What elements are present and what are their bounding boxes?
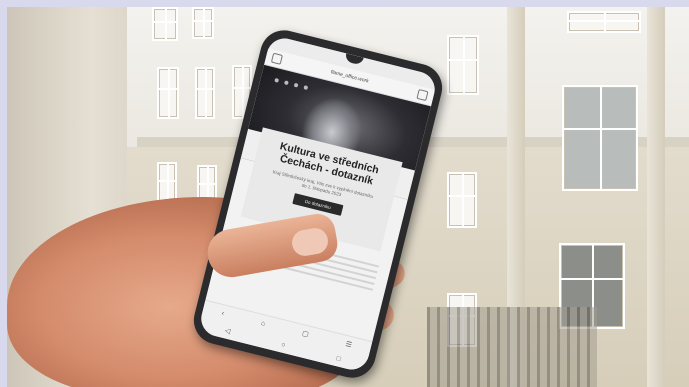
tabs-icon[interactable]: ▢ xyxy=(301,329,309,338)
photo-scene: flame_office.work Kultura ve středních Č… xyxy=(7,7,689,387)
chevron-left-icon[interactable]: ‹ xyxy=(221,310,225,317)
building-window xyxy=(567,11,641,33)
home-icon[interactable]: ⌂ xyxy=(260,319,266,327)
building-window xyxy=(192,7,214,39)
building-window xyxy=(157,67,179,119)
system-recents-icon[interactable]: □ xyxy=(336,355,342,363)
building-window xyxy=(152,7,178,41)
balcony-railing xyxy=(427,307,597,387)
building-window xyxy=(195,67,215,119)
building-window xyxy=(447,35,479,95)
system-back-icon[interactable]: ◁ xyxy=(224,326,231,335)
system-home-icon[interactable]: ○ xyxy=(281,341,287,349)
settings-icon[interactable] xyxy=(270,52,283,65)
building-window xyxy=(562,85,638,191)
tabs-icon[interactable] xyxy=(416,88,429,102)
survey-button[interactable]: Do dotazníku xyxy=(292,193,344,216)
building-pilaster xyxy=(647,7,665,387)
menu-icon[interactable]: ☰ xyxy=(345,340,353,349)
building-window xyxy=(447,172,477,228)
stage-lights xyxy=(274,77,309,91)
